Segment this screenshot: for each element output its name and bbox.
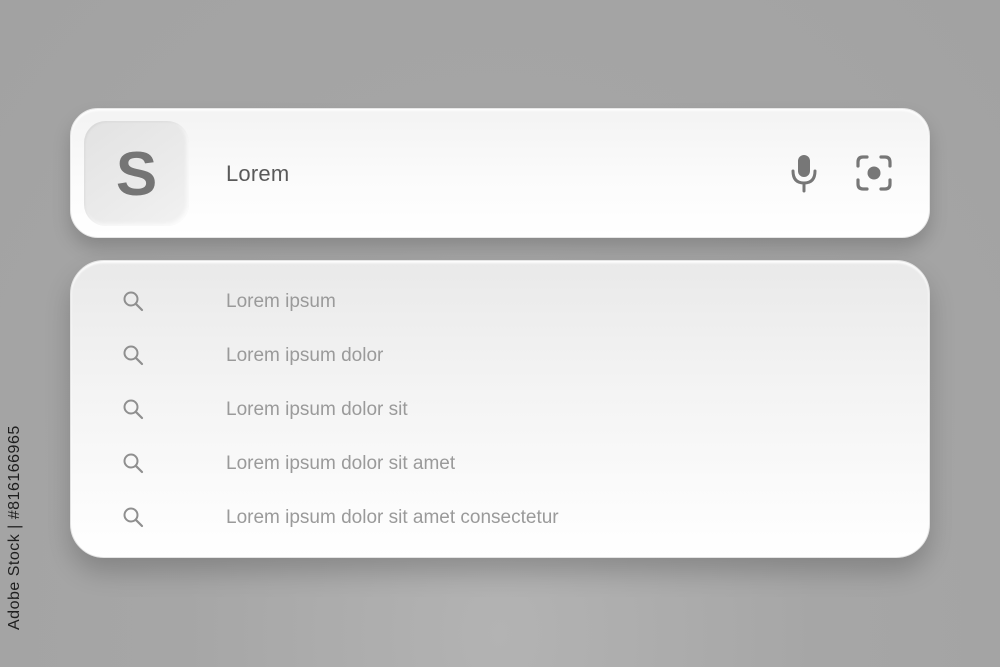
suggestion-item[interactable]: Lorem ipsum dolor sit amet [71,437,931,491]
suggestion-label: Lorem ipsum dolor sit amet consectetur [226,507,559,528]
suggestion-label: Lorem ipsum dolor [226,345,384,366]
suggestions-panel: Lorem ipsum Lorem ipsum dolor Lorem ipsu… [70,260,930,558]
suggestion-label: Lorem ipsum dolor sit amet [226,453,456,474]
microphone-icon [791,155,817,193]
suggestion-item[interactable]: Lorem ipsum dolor sit amet consectetur [71,491,931,545]
visual-search-button[interactable] [854,153,894,193]
search-icon [123,507,144,528]
search-icon [123,291,144,312]
suggestion-item[interactable]: Lorem ipsum [71,275,931,329]
search-input[interactable]: Lorem [226,159,289,189]
search-icon [123,399,144,420]
stock-id-label: Adobe Stock | #816166965 [6,425,23,630]
camera-lens-icon [856,155,892,191]
suggestion-label: Lorem ipsum dolor sit [226,399,408,420]
search-icon [123,345,144,366]
suggestion-label: Lorem ipsum [226,291,336,312]
suggestion-item[interactable]: Lorem ipsum dolor sit [71,383,931,437]
search-bar[interactable]: S Lorem [70,108,930,238]
suggestion-item[interactable]: Lorem ipsum dolor [71,329,931,383]
voice-search-button[interactable] [784,153,824,193]
logo-letter: S [115,139,158,209]
search-icon [123,453,144,474]
app-logo: S [84,121,189,226]
